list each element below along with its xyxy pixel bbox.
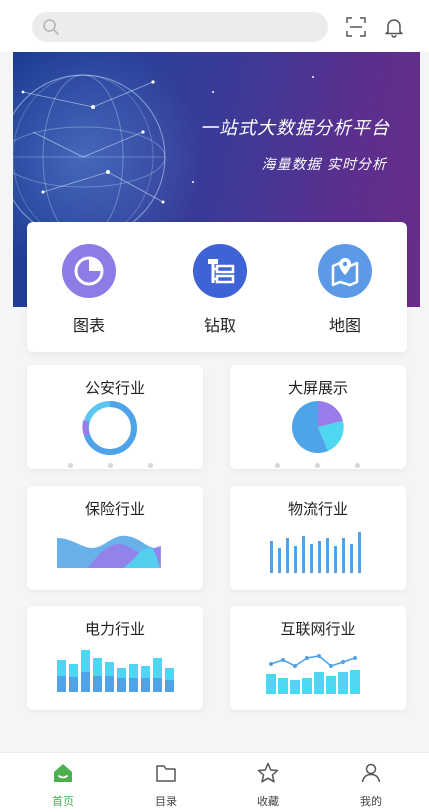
- industry-card-big-screen[interactable]: 大屏展示: [230, 365, 406, 469]
- industry-card-internet[interactable]: 互联网行业: [230, 606, 406, 710]
- star-icon: [257, 762, 279, 783]
- tab-home-label: 首页: [52, 795, 74, 808]
- donut-chart-icon: [82, 401, 137, 455]
- tab-catalog-label: 目录: [155, 795, 177, 808]
- tab-catalog[interactable]: 目录: [136, 761, 196, 809]
- quick-actions-card: 图表 钻取 地图: [27, 222, 407, 352]
- quick-action-chart-label: 图表: [72, 316, 105, 335]
- area-chart-icon: [57, 535, 161, 568]
- home-icon: [54, 764, 72, 782]
- pie-chart-icon: [62, 244, 116, 298]
- folder-icon: [156, 765, 176, 782]
- banner-subtitle: 海量数据 实时分析: [261, 157, 387, 173]
- drill-icon: [193, 244, 247, 298]
- bar-chart-icon: [270, 532, 361, 573]
- line-bar-chart-icon: [266, 654, 360, 694]
- carousel-dot: [315, 463, 320, 468]
- quick-action-map[interactable]: 地图: [305, 244, 385, 336]
- tab-mine[interactable]: 我的: [341, 761, 401, 809]
- quick-action-drill[interactable]: 钻取: [180, 244, 260, 336]
- pie-chart-icon: [292, 401, 344, 453]
- map-icon: [318, 244, 372, 298]
- bottom-tab-bar: 首页 目录 收藏 我的: [0, 752, 429, 812]
- top-bar: [0, 0, 429, 52]
- search-icon: [43, 19, 59, 35]
- tab-home[interactable]: 首页: [33, 761, 93, 809]
- carousel-dot: [68, 463, 73, 468]
- industry-card-power[interactable]: 电力行业: [27, 606, 203, 710]
- scan-icon[interactable]: [345, 16, 367, 38]
- stacked-bar-chart-icon: [57, 650, 174, 692]
- carousel-dot: [355, 463, 360, 468]
- industry-card-public-security[interactable]: 公安行业: [27, 365, 203, 469]
- quick-action-drill-label: 钻取: [203, 316, 236, 335]
- carousel-dot: [108, 463, 113, 468]
- search-input[interactable]: [32, 12, 328, 42]
- industry-card-logistics[interactable]: 物流行业: [230, 486, 406, 590]
- industry-card-insurance[interactable]: 保险行业: [27, 486, 203, 590]
- bell-icon[interactable]: [383, 16, 405, 38]
- carousel-dot: [148, 463, 153, 468]
- tab-mine-label: 我的: [360, 795, 382, 808]
- user-icon: [361, 763, 381, 783]
- quick-action-map-label: 地图: [328, 316, 361, 335]
- banner-title: 一站式大数据分析平台: [200, 118, 390, 139]
- tab-favorites[interactable]: 收藏: [238, 761, 298, 809]
- carousel-dot: [275, 463, 280, 468]
- tab-favorites-label: 收藏: [257, 795, 279, 808]
- quick-action-chart[interactable]: 图表: [49, 244, 129, 336]
